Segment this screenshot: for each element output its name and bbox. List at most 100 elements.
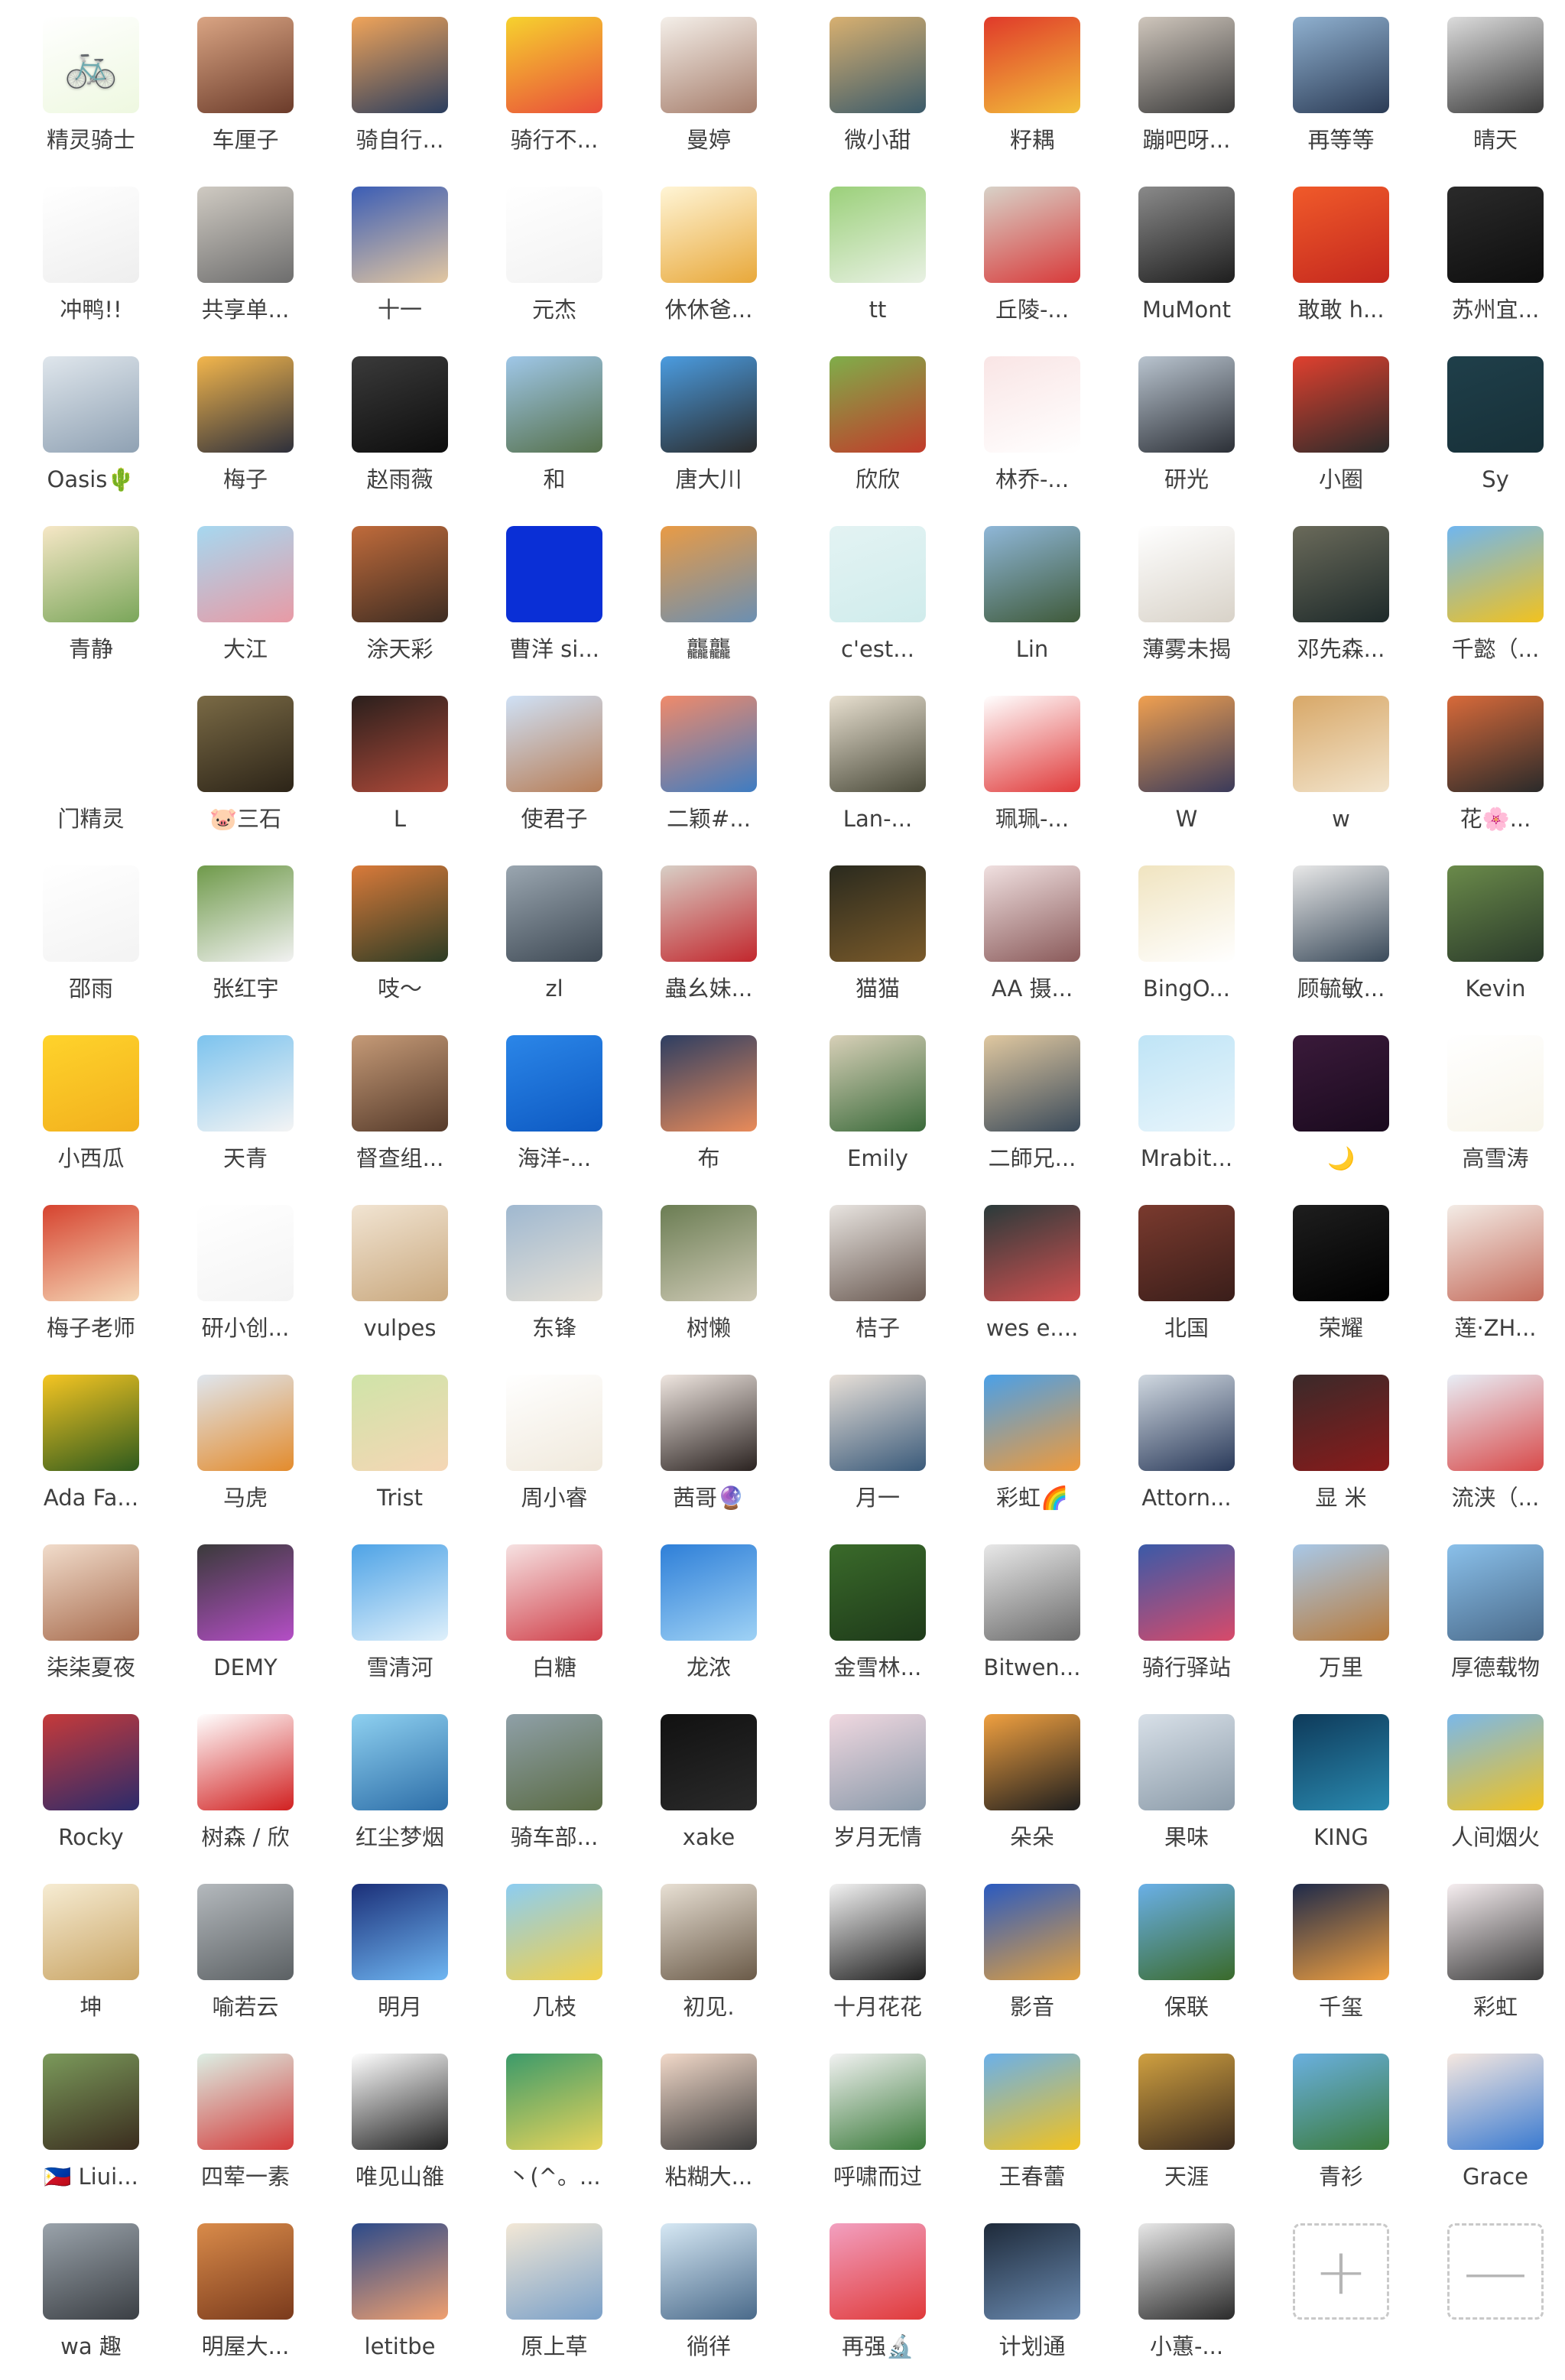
member-avatar[interactable]: [984, 2054, 1080, 2150]
member-tile[interactable]: 初见.: [636, 1884, 781, 2037]
member-avatar[interactable]: [352, 187, 448, 283]
member-avatar[interactable]: [43, 356, 139, 453]
member-tile[interactable]: 万里: [1268, 1544, 1414, 1697]
member-tile[interactable]: 坤: [18, 1884, 164, 2037]
member-tile[interactable]: 研小创...: [173, 1205, 318, 1358]
member-avatar[interactable]: [43, 1205, 139, 1301]
member-tile[interactable]: 果味: [1114, 1714, 1259, 1867]
member-avatar[interactable]: [506, 1205, 602, 1301]
remove-member-button[interactable]: —: [1423, 2223, 1565, 2376]
member-tile[interactable]: W: [1114, 696, 1259, 849]
member-tile[interactable]: tt: [805, 187, 950, 339]
member-tile[interactable]: 朵朵: [959, 1714, 1105, 1867]
member-avatar[interactable]: [506, 1544, 602, 1641]
member-avatar[interactable]: [1447, 865, 1544, 962]
member-avatar[interactable]: [197, 187, 294, 283]
member-avatar[interactable]: [43, 1884, 139, 1980]
member-tile[interactable]: Bitwen...: [959, 1544, 1105, 1697]
member-tile[interactable]: 邓先森...: [1268, 526, 1414, 679]
member-tile[interactable]: MuMont: [1114, 187, 1259, 339]
member-avatar[interactable]: [197, 526, 294, 622]
member-avatar[interactable]: [1138, 1884, 1235, 1980]
member-avatar[interactable]: [1293, 356, 1389, 453]
member-avatar[interactable]: [830, 187, 926, 283]
member-tile[interactable]: Oasis🌵: [18, 356, 164, 509]
member-tile[interactable]: 呼啸而过: [805, 2054, 950, 2206]
member-tile[interactable]: 涂天彩: [327, 526, 472, 679]
member-avatar[interactable]: [1138, 1205, 1235, 1301]
member-avatar[interactable]: [1138, 1375, 1235, 1471]
member-avatar[interactable]: [984, 2223, 1080, 2320]
member-avatar[interactable]: [506, 865, 602, 962]
member-avatar[interactable]: [1447, 696, 1544, 792]
member-tile[interactable]: 几枝: [482, 1884, 627, 2037]
member-avatar[interactable]: [1447, 1544, 1544, 1641]
member-tile[interactable]: 四荤一素: [173, 2054, 318, 2206]
member-avatar[interactable]: [661, 865, 757, 962]
member-tile[interactable]: 天青: [173, 1035, 318, 1188]
member-avatar[interactable]: [661, 526, 757, 622]
member-tile[interactable]: 小蕙-...: [1114, 2223, 1259, 2376]
member-avatar[interactable]: [352, 356, 448, 453]
member-avatar[interactable]: [1447, 1714, 1544, 1810]
member-avatar[interactable]: [984, 1544, 1080, 1641]
member-tile[interactable]: 影音: [959, 1884, 1105, 2037]
member-tile[interactable]: 岁月无情: [805, 1714, 950, 1867]
member-avatar[interactable]: [352, 2223, 448, 2320]
member-tile[interactable]: 共享单...: [173, 187, 318, 339]
member-avatar[interactable]: [984, 865, 1080, 962]
member-tile[interactable]: 荣耀: [1268, 1205, 1414, 1358]
member-tile[interactable]: wa 趣: [18, 2223, 164, 2376]
member-avatar[interactable]: [43, 2054, 139, 2150]
member-tile[interactable]: vulpes: [327, 1205, 472, 1358]
member-tile[interactable]: 喻若云: [173, 1884, 318, 2037]
member-avatar[interactable]: [1293, 1544, 1389, 1641]
member-avatar[interactable]: [830, 356, 926, 453]
member-tile[interactable]: BingO...: [1114, 865, 1259, 1018]
member-tile[interactable]: 唐大川: [636, 356, 781, 509]
member-avatar[interactable]: [352, 17, 448, 113]
member-avatar[interactable]: [352, 1035, 448, 1132]
member-avatar[interactable]: [43, 526, 139, 622]
member-avatar[interactable]: [197, 1205, 294, 1301]
member-avatar[interactable]: [984, 1035, 1080, 1132]
member-avatar[interactable]: [1293, 865, 1389, 962]
member-tile[interactable]: xake: [636, 1714, 781, 1867]
member-avatar[interactable]: [984, 1205, 1080, 1301]
member-avatar[interactable]: [506, 187, 602, 283]
member-avatar[interactable]: [661, 2223, 757, 2320]
member-tile[interactable]: 粘糊大...: [636, 2054, 781, 2206]
member-avatar[interactable]: [1293, 1035, 1389, 1132]
member-tile[interactable]: 骑自行...: [327, 17, 472, 170]
member-avatar[interactable]: [661, 1884, 757, 1980]
member-avatar[interactable]: [506, 356, 602, 453]
member-tile[interactable]: 吱～: [327, 865, 472, 1018]
member-avatar[interactable]: [984, 17, 1080, 113]
member-tile[interactable]: 王春蕾: [959, 2054, 1105, 2206]
member-avatar[interactable]: [352, 2054, 448, 2150]
member-avatar[interactable]: [661, 696, 757, 792]
member-tile[interactable]: 金雪林...: [805, 1544, 950, 1697]
member-tile[interactable]: zl: [482, 865, 627, 1018]
member-avatar[interactable]: [1138, 696, 1235, 792]
member-avatar[interactable]: [1138, 526, 1235, 622]
member-tile[interactable]: 林乔-...: [959, 356, 1105, 509]
member-tile[interactable]: 徜徉: [636, 2223, 781, 2376]
member-avatar[interactable]: [984, 1714, 1080, 1810]
member-tile[interactable]: Lin: [959, 526, 1105, 679]
member-avatar[interactable]: [43, 187, 139, 283]
member-avatar[interactable]: [352, 865, 448, 962]
member-tile[interactable]: 茜哥🔮: [636, 1375, 781, 1528]
member-avatar[interactable]: [661, 1544, 757, 1641]
member-tile[interactable]: 马虎: [173, 1375, 318, 1528]
member-tile[interactable]: 树森 / 欣: [173, 1714, 318, 1867]
member-tile[interactable]: 敢敢 h...: [1268, 187, 1414, 339]
member-avatar[interactable]: [1293, 187, 1389, 283]
member-avatar[interactable]: [984, 1375, 1080, 1471]
member-tile[interactable]: Attorn...: [1114, 1375, 1259, 1528]
member-tile[interactable]: 小西瓜: [18, 1035, 164, 1188]
member-tile[interactable]: 再强🔬: [805, 2223, 950, 2376]
member-avatar[interactable]: [984, 356, 1080, 453]
member-avatar[interactable]: [1447, 1884, 1544, 1980]
member-avatar[interactable]: [1447, 1035, 1544, 1132]
